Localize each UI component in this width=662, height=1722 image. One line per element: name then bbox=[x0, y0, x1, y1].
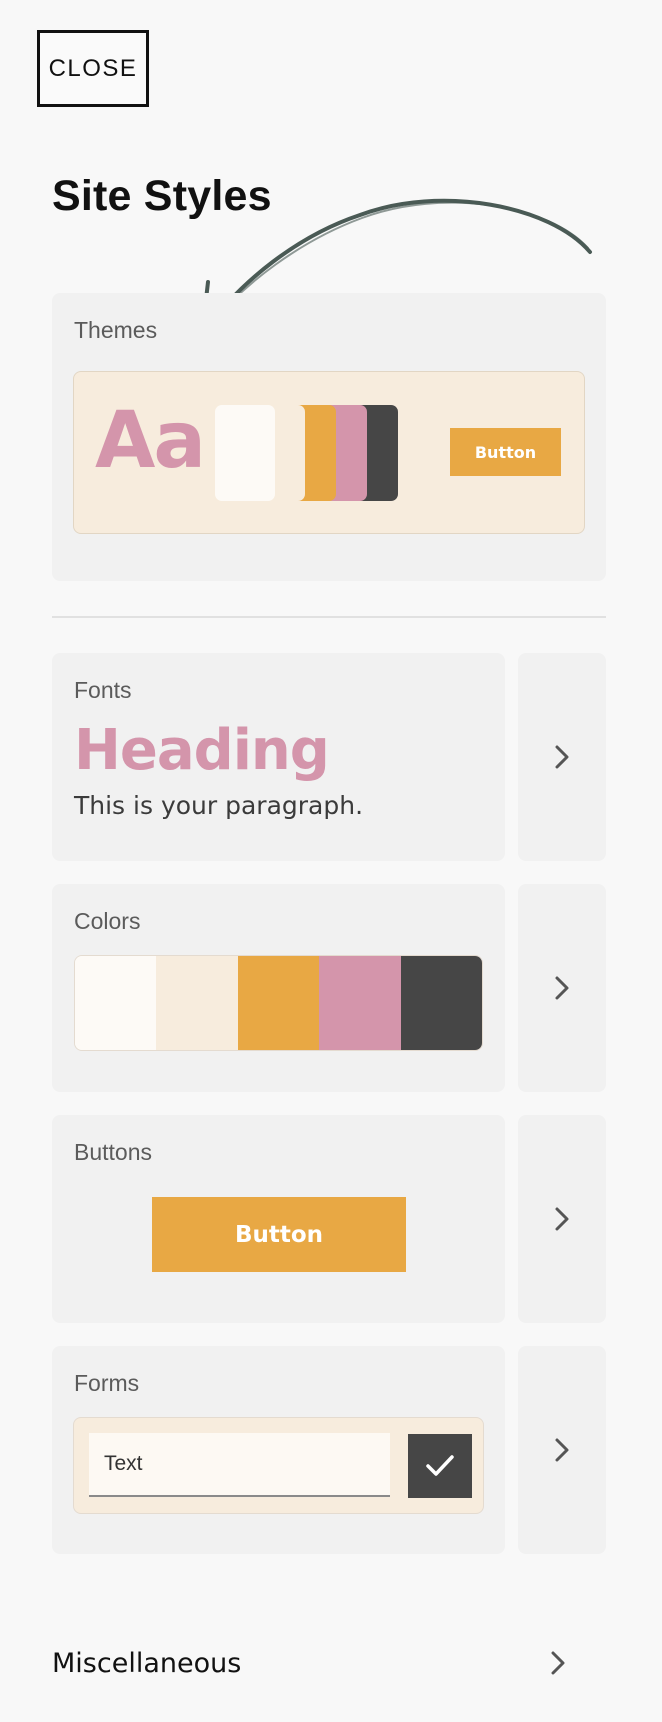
theme-font-sample: Aa bbox=[95, 396, 206, 486]
forms-label: Forms bbox=[74, 1370, 140, 1396]
buttons-label: Buttons bbox=[74, 1139, 152, 1165]
forms-preview: Text bbox=[73, 1417, 484, 1514]
themes-label: Themes bbox=[74, 317, 158, 343]
chevron-right-icon bbox=[555, 745, 569, 769]
colors-chevron-button[interactable] bbox=[518, 884, 606, 1092]
close-button[interactable]: CLOSE bbox=[37, 30, 149, 107]
forms-chevron-button[interactable] bbox=[518, 1346, 606, 1554]
checkmark-icon bbox=[426, 1455, 454, 1476]
color-palette bbox=[74, 955, 483, 1051]
theme-preview[interactable]: Aa Button bbox=[73, 371, 585, 534]
color-swatch-1 bbox=[75, 956, 157, 1050]
form-input-sample: Text bbox=[89, 1433, 390, 1497]
theme-button-sample: Button bbox=[450, 428, 561, 476]
form-checkbox-sample bbox=[408, 1434, 472, 1498]
site-styles-panel: CLOSE Site Styles Themes Aa Button Fonts… bbox=[0, 0, 662, 1722]
theme-swatch-1 bbox=[215, 405, 275, 501]
colors-card[interactable]: Colors bbox=[52, 884, 505, 1092]
miscellaneous-row[interactable]: Miscellaneous bbox=[52, 1633, 606, 1693]
fonts-label: Fonts bbox=[74, 677, 132, 703]
themes-card: Themes Aa Button bbox=[52, 293, 606, 581]
color-swatch-3 bbox=[237, 956, 320, 1050]
color-swatch-2 bbox=[156, 956, 238, 1050]
chevron-right-icon bbox=[555, 976, 569, 1000]
buttons-card[interactable]: Buttons Button bbox=[52, 1115, 505, 1323]
section-divider bbox=[52, 616, 606, 618]
fonts-chevron-button[interactable] bbox=[518, 653, 606, 861]
color-swatch-4 bbox=[319, 956, 401, 1050]
forms-card[interactable]: Forms Text bbox=[52, 1346, 505, 1554]
color-swatch-5 bbox=[400, 956, 482, 1050]
colors-label: Colors bbox=[74, 908, 141, 934]
chevron-right-icon bbox=[555, 1207, 569, 1231]
page-title: Site Styles bbox=[52, 172, 272, 220]
chevron-right-icon bbox=[551, 1651, 565, 1675]
fonts-card[interactable]: Fonts Heading This is your paragraph. bbox=[52, 653, 505, 861]
buttons-chevron-button[interactable] bbox=[518, 1115, 606, 1323]
fonts-paragraph-sample: This is your paragraph. bbox=[74, 791, 364, 820]
chevron-right-icon bbox=[555, 1438, 569, 1462]
button-style-sample: Button bbox=[152, 1197, 406, 1272]
miscellaneous-label: Miscellaneous bbox=[52, 1647, 242, 1679]
fonts-heading-sample: Heading bbox=[74, 718, 330, 783]
